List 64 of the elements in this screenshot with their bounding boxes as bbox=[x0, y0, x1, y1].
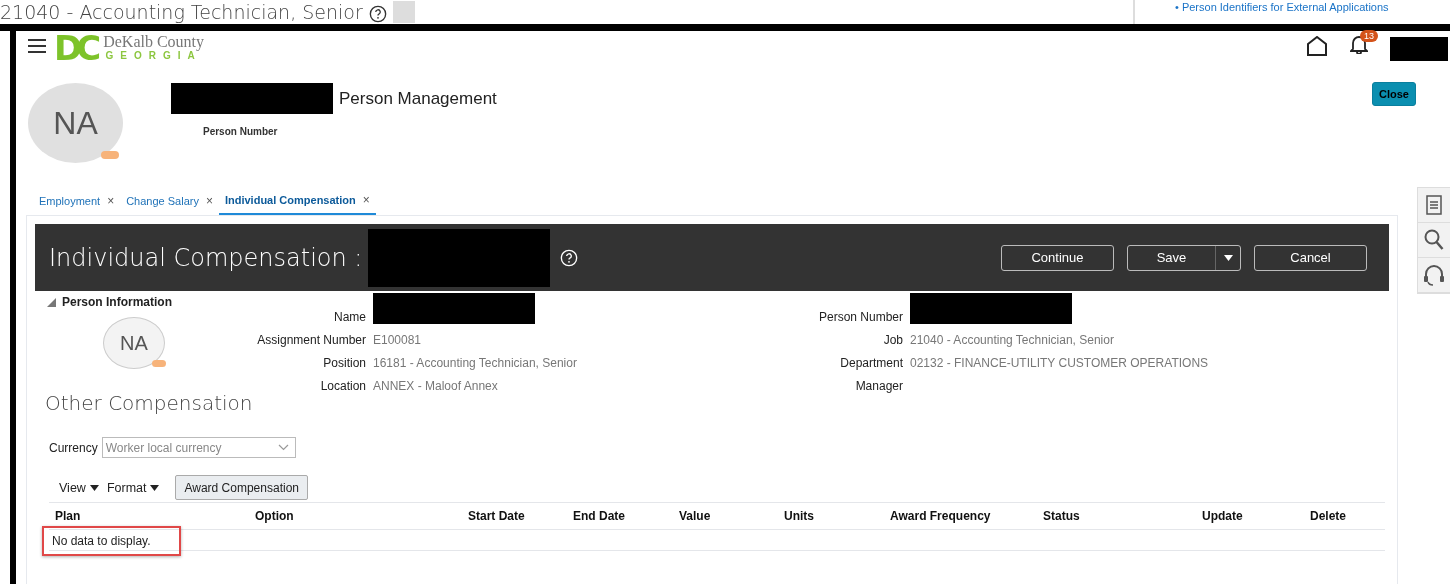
column-header: Value bbox=[678, 509, 712, 523]
currency-dropdown[interactable]: Worker local currency bbox=[101, 437, 296, 458]
empty-message: No data to display. bbox=[42, 526, 181, 556]
column-header: Status bbox=[1042, 509, 1081, 523]
tab[interactable]: Employment × bbox=[33, 191, 121, 215]
action-button[interactable]: Cancel bbox=[1254, 244, 1367, 271]
close-icon[interactable]: × bbox=[205, 194, 213, 208]
tab[interactable]: Change Salary × bbox=[120, 191, 219, 215]
column-header: Start Date bbox=[467, 509, 526, 523]
logo-mark: DC bbox=[54, 31, 96, 65]
section-heading: Person Information bbox=[62, 295, 172, 309]
field-value: ANNEX - Maloof Annex bbox=[373, 378, 499, 393]
field-label: Currency bbox=[49, 440, 98, 455]
field-value: 21040 - Accounting Technician, Senior bbox=[910, 332, 1115, 347]
field-label: Name bbox=[333, 309, 366, 324]
field-label: Person Number bbox=[817, 309, 903, 324]
document-icon[interactable] bbox=[1426, 195, 1442, 215]
column-header: Award Frequency bbox=[889, 509, 992, 523]
chevron-icon[interactable] bbox=[277, 444, 289, 451]
window-title: 21040 - Accounting Technician, Senior bbox=[0, 0, 363, 24]
column-header: Units bbox=[783, 509, 815, 523]
tab[interactable]: Individual Compensation × bbox=[218, 191, 376, 215]
section-title: Other Compensation bbox=[45, 391, 254, 415]
redacted-block bbox=[1390, 37, 1448, 61]
menu-button[interactable]: Format bbox=[106, 480, 160, 495]
menu-button[interactable]: View bbox=[59, 480, 99, 495]
caret-icon[interactable] bbox=[150, 484, 160, 491]
link[interactable]: • Person Identifiers for External Applications bbox=[1175, 1, 1389, 13]
field-label: Position bbox=[322, 355, 366, 370]
help-icon[interactable] bbox=[368, 5, 387, 23]
field-label: Manager bbox=[854, 378, 903, 393]
column-header: Delete bbox=[1309, 509, 1348, 523]
logo-region: GEORGIA bbox=[105, 50, 202, 62]
search-icon[interactable] bbox=[1424, 229, 1444, 251]
award-button[interactable]: Award Compensation bbox=[175, 475, 308, 500]
column-header: Update bbox=[1201, 509, 1244, 523]
field-value: 02132 - FINANCE-UTILITY CUSTOMER OPERATIONS bbox=[910, 355, 1209, 370]
home-icon[interactable] bbox=[1306, 36, 1328, 56]
column-header: Option bbox=[254, 509, 295, 523]
section-title: Individual Compensation : bbox=[49, 243, 363, 272]
close-button[interactable]: Close bbox=[1372, 82, 1416, 106]
close-icon[interactable]: × bbox=[362, 193, 370, 207]
field-label: Location bbox=[319, 378, 366, 393]
headset-icon[interactable] bbox=[1423, 264, 1445, 286]
save-button[interactable]: Save bbox=[1127, 244, 1241, 271]
column-header: End Date bbox=[572, 509, 626, 523]
field-label: Assignment Number bbox=[256, 332, 366, 347]
logo-name: DeKalb County bbox=[103, 34, 205, 50]
caret-icon[interactable] bbox=[89, 484, 99, 491]
page-title: Person Management bbox=[339, 88, 497, 109]
field-label: Person Number bbox=[203, 126, 279, 137]
column-header: Plan bbox=[54, 509, 82, 523]
close-icon[interactable]: × bbox=[107, 194, 115, 208]
field-label: Department bbox=[839, 355, 903, 370]
avatar: NA bbox=[28, 83, 123, 163]
field-value: E100081 bbox=[373, 332, 423, 347]
caret-icon[interactable] bbox=[1223, 254, 1233, 261]
field-label: Job bbox=[882, 332, 903, 347]
field-value: 16181 - Accounting Technician, Senior bbox=[373, 355, 578, 370]
collapse-icon[interactable] bbox=[47, 297, 56, 307]
menu-icon[interactable] bbox=[28, 39, 46, 53]
notification-badge: 13 bbox=[1360, 30, 1378, 42]
action-button[interactable]: Continue bbox=[1001, 244, 1114, 271]
avatar: NA bbox=[103, 317, 165, 369]
